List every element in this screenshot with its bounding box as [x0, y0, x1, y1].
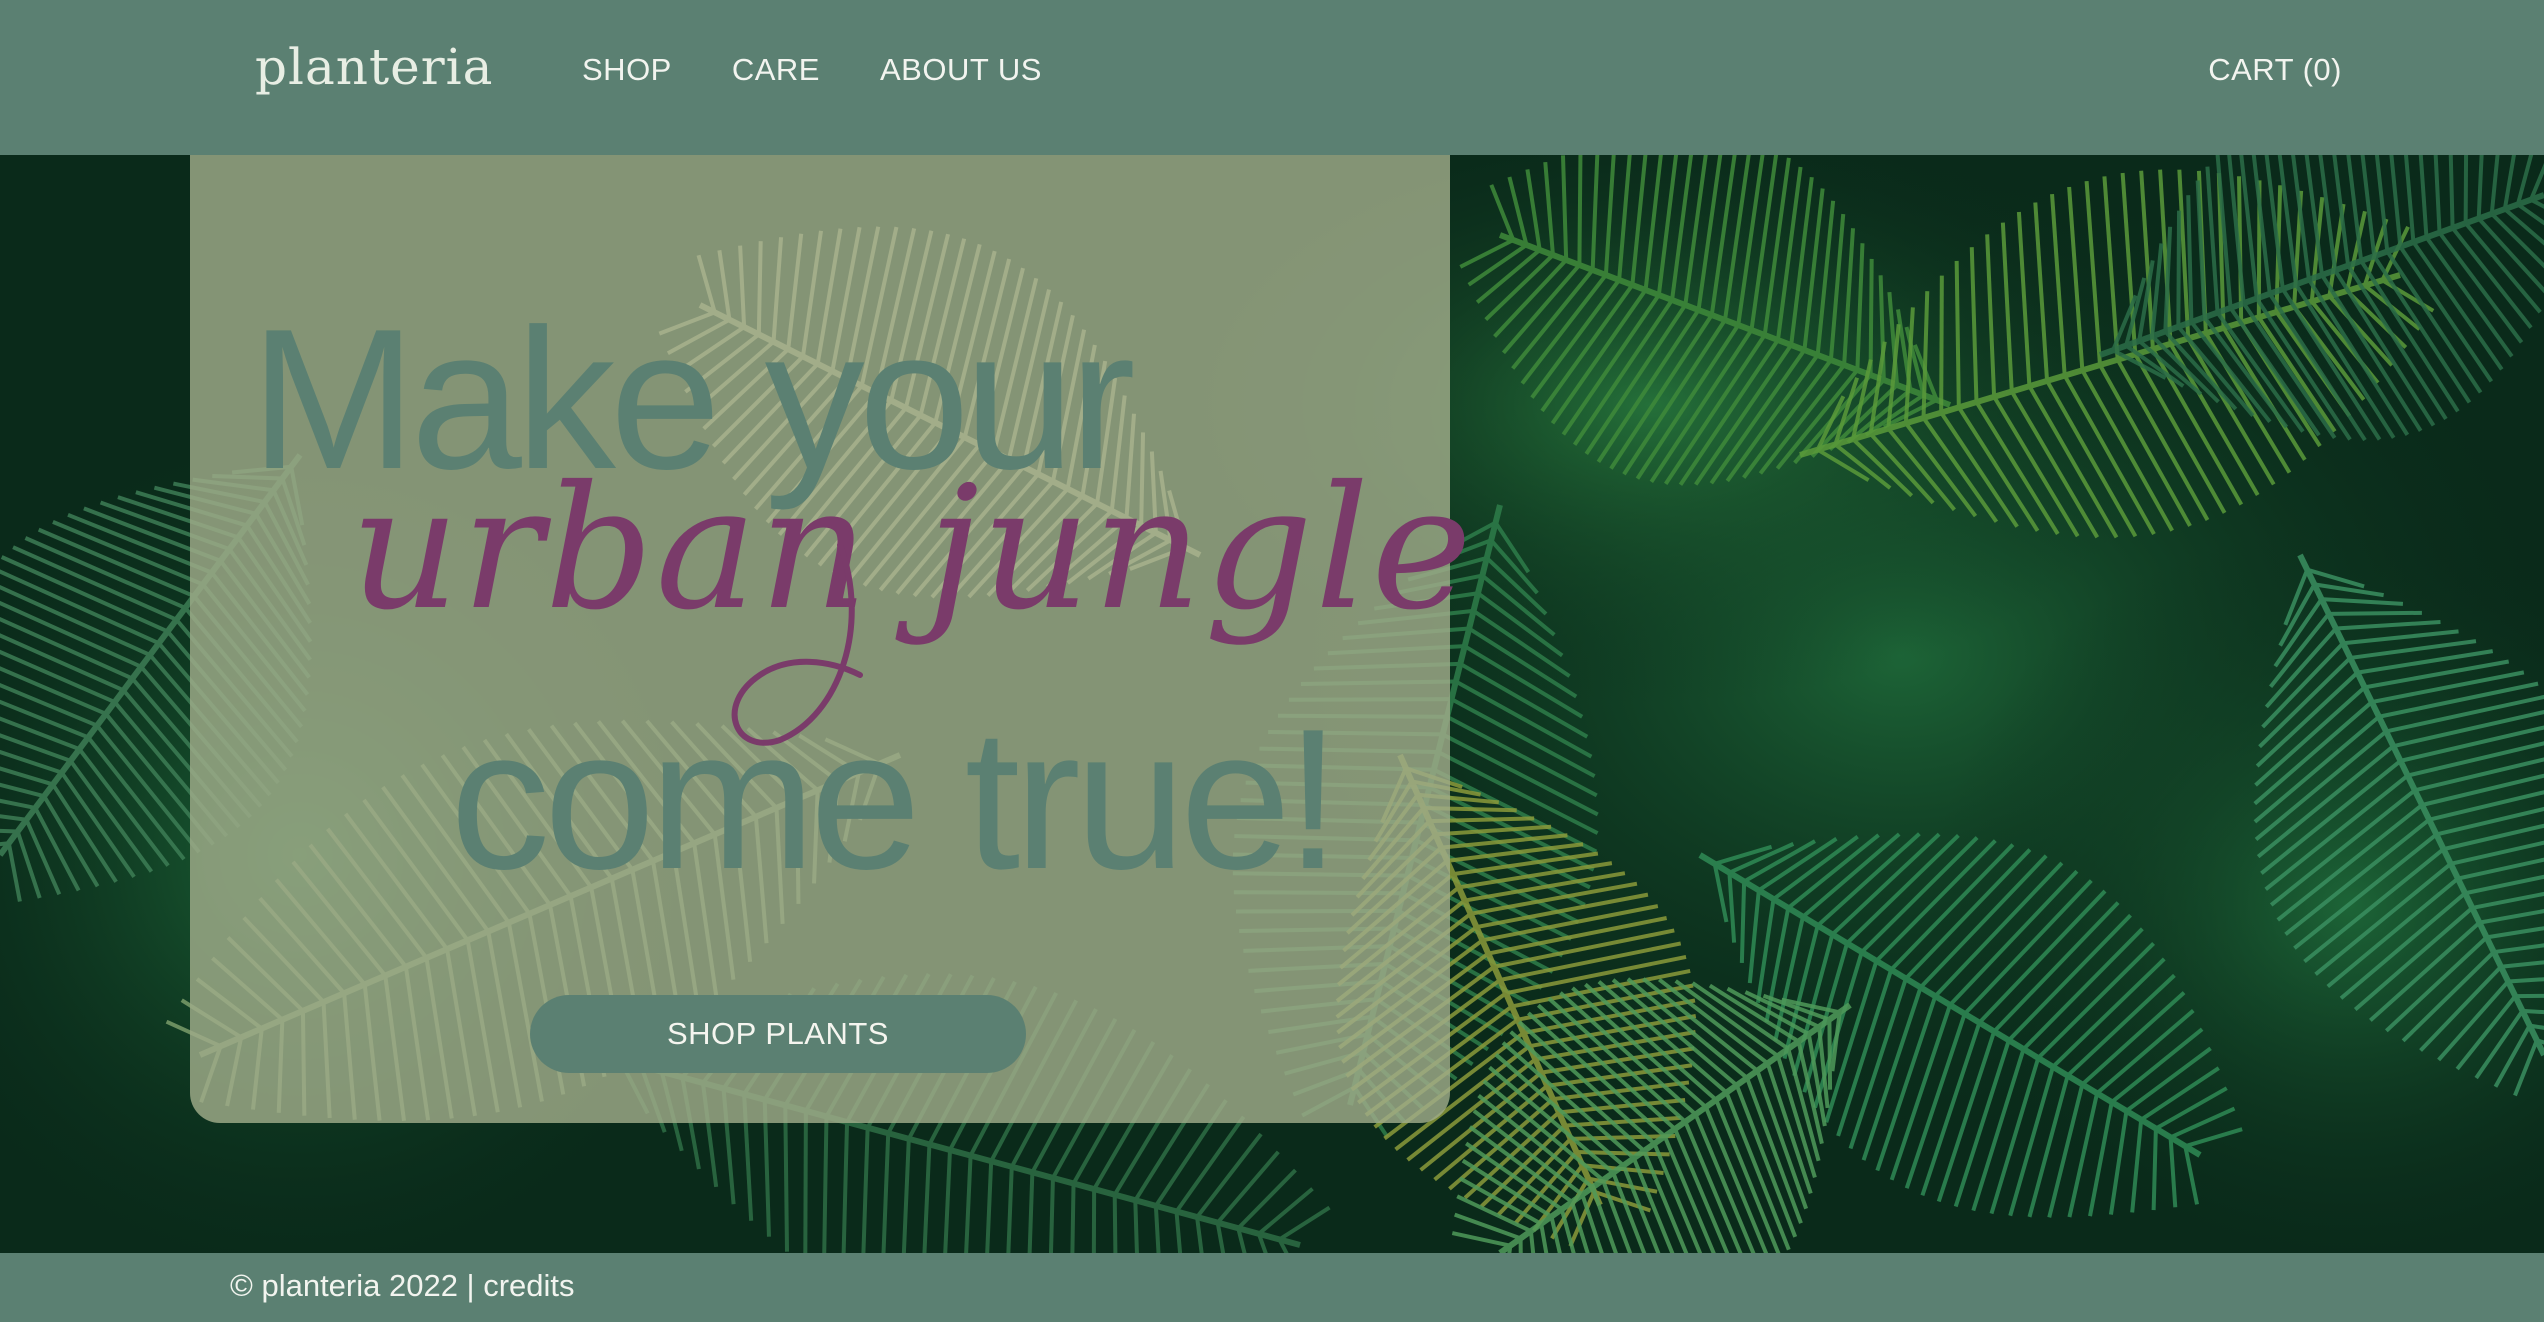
logo[interactable]: planteria [255, 38, 493, 96]
script-swash-decoration [731, 542, 863, 746]
site-header: planteria SHOP CARE ABOUT US CART (0) [0, 0, 2544, 155]
nav-shop[interactable]: SHOP [582, 52, 672, 88]
hero-headline-line3: come true! [450, 688, 1341, 911]
cart-link[interactable]: CART (0) [2208, 52, 2342, 88]
hero-section: Make your urban jungle come true! SHOP P… [0, 155, 2544, 1253]
page: planteria SHOP CARE ABOUT US CART (0) Ma… [0, 0, 2544, 1322]
nav-care[interactable]: CARE [732, 52, 820, 88]
copyright-text: © planteria 2022 | [230, 1268, 475, 1303]
nav-about-us[interactable]: ABOUT US [880, 52, 1042, 88]
hero-headline-script: urban jungle [350, 450, 1474, 648]
shop-plants-button[interactable]: SHOP PLANTS [530, 995, 1026, 1073]
credits-link[interactable]: credits [483, 1268, 574, 1303]
site-footer: © planteria 2022 | credits [0, 1253, 2544, 1322]
main-nav: SHOP CARE ABOUT US [582, 52, 1042, 88]
footer-copyright: © planteria 2022 | credits [230, 1268, 575, 1304]
